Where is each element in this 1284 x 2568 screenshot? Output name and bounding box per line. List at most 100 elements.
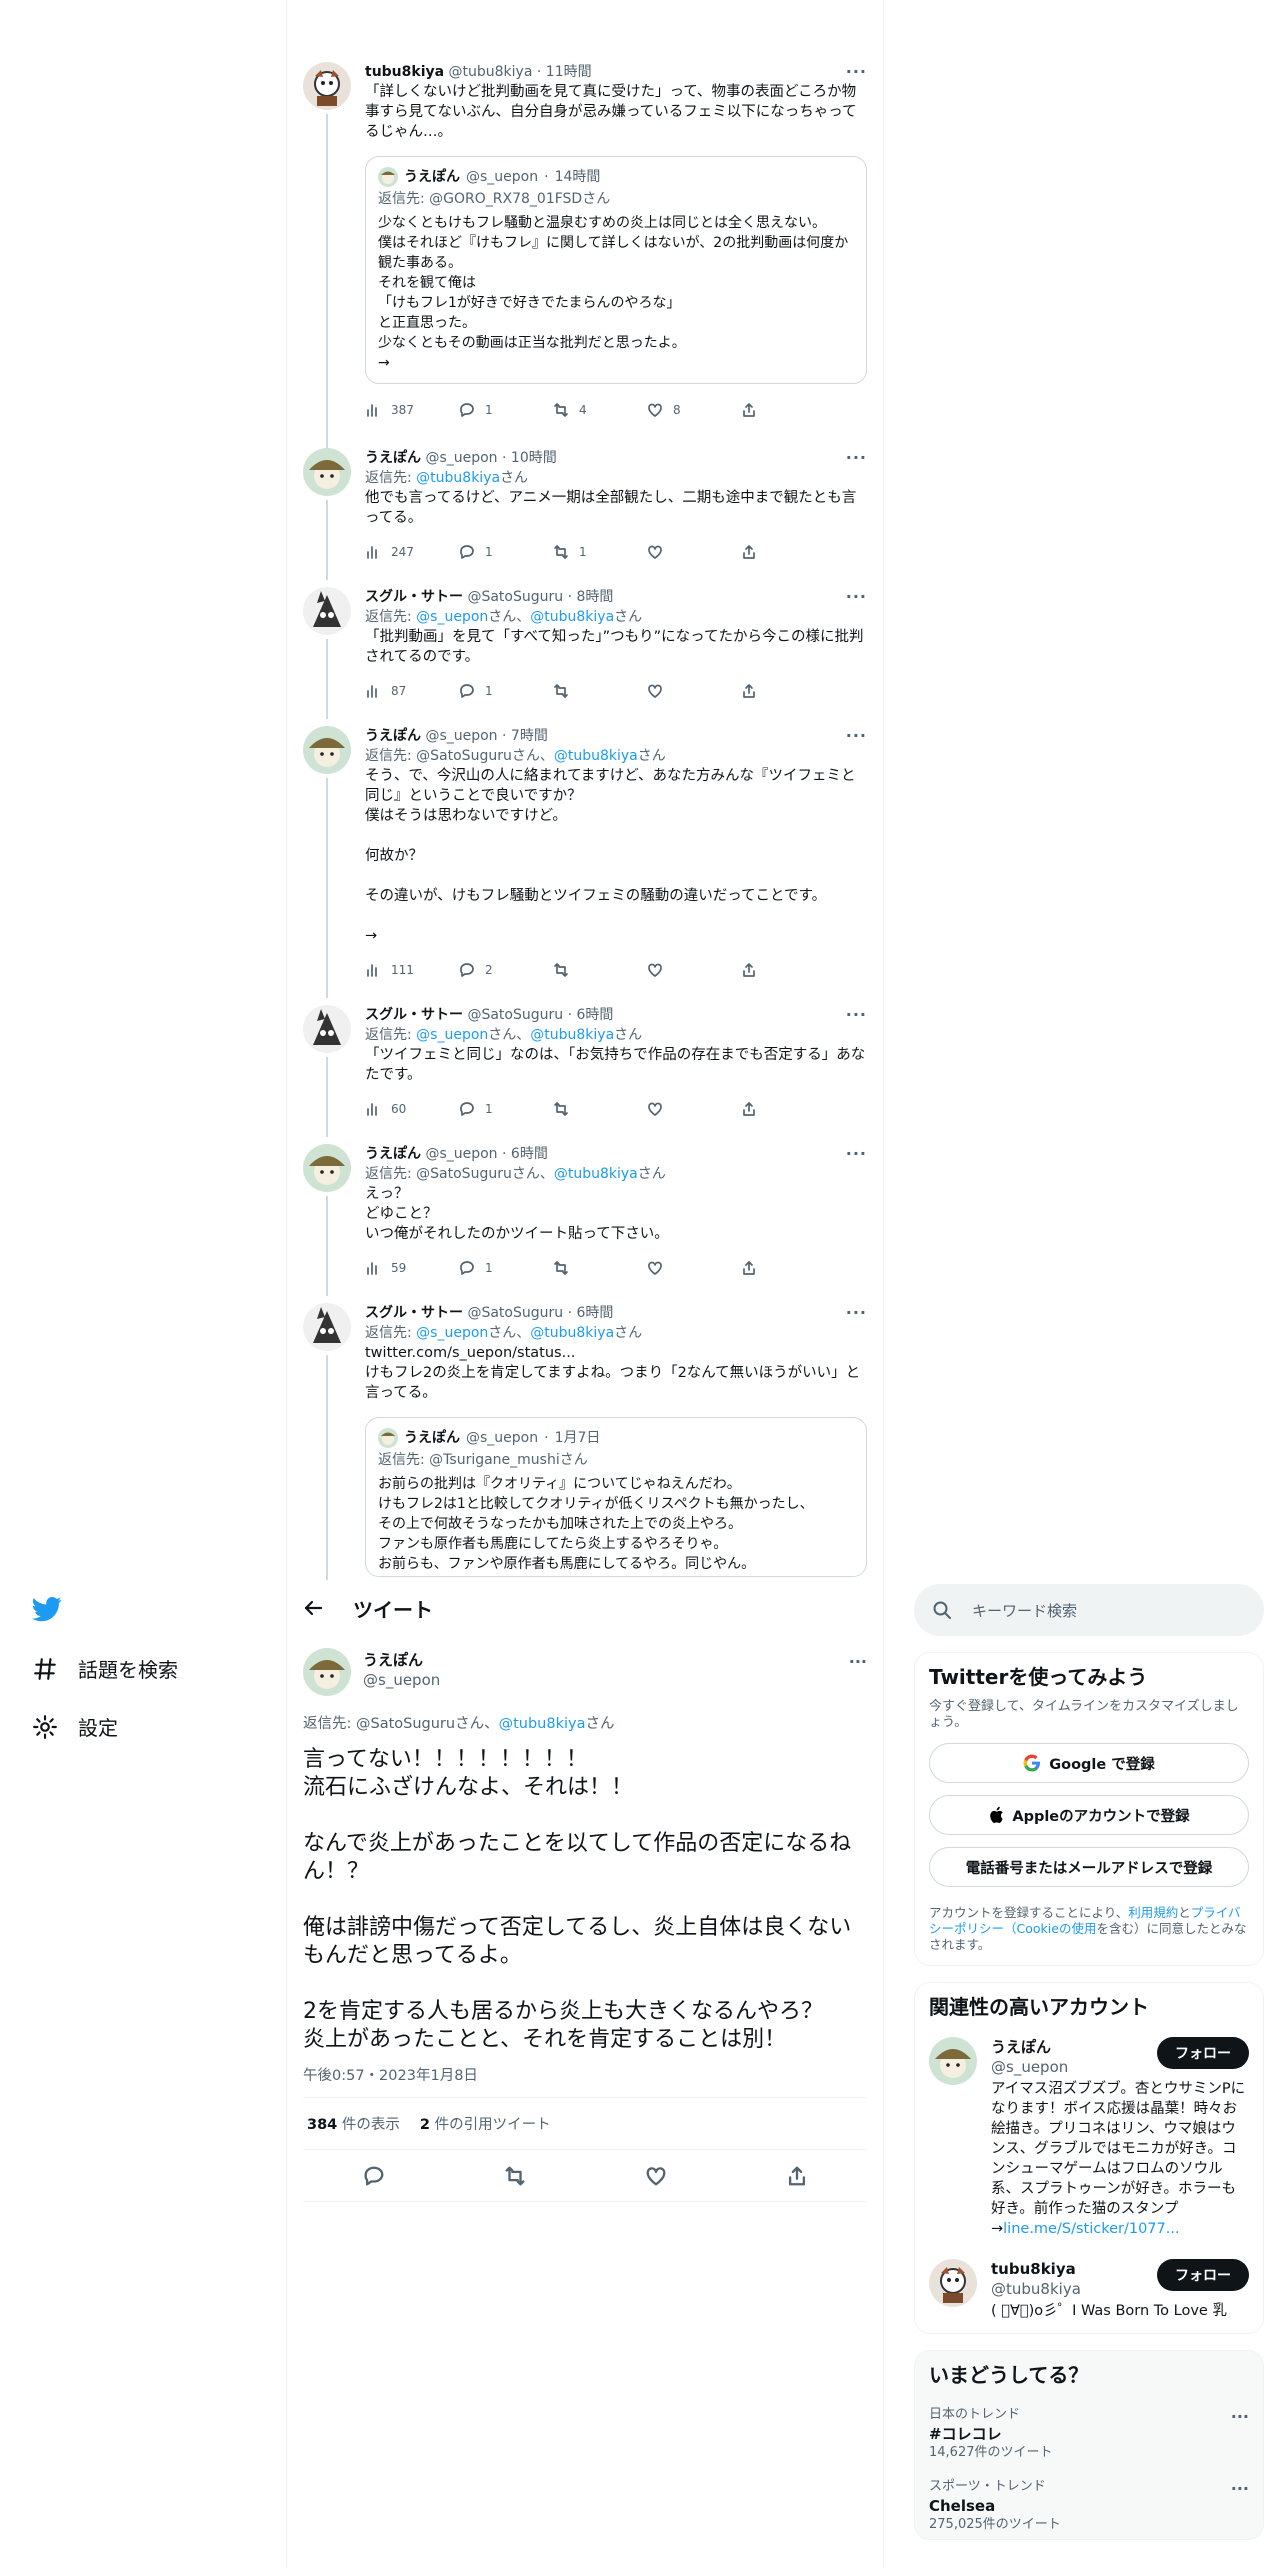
avatar[interactable]: [303, 1648, 351, 1696]
more-icon[interactable]: ···: [846, 1005, 867, 1024]
retweet-button[interactable]: [553, 683, 647, 699]
twitter-logo-icon[interactable]: [32, 1594, 62, 1624]
like-button[interactable]: 8: [647, 402, 741, 418]
more-icon[interactable]: ···: [1231, 2407, 1249, 2426]
follow-button[interactable]: フォロー: [1157, 2037, 1249, 2069]
more-icon[interactable]: ···: [846, 62, 867, 81]
google-icon: [1023, 1754, 1041, 1772]
avatar[interactable]: [303, 448, 351, 496]
tweet-uepon-3[interactable]: うえぽん @s_uepon · 6時間 ··· 返信先: @SatoSuguru…: [287, 1144, 883, 1296]
retweet-icon: [554, 545, 568, 559]
tweet-timestamp[interactable]: 午後0:57・2023年1月8日: [303, 2066, 867, 2098]
views-button[interactable]: 59: [365, 1260, 459, 1276]
quote-reply-to: 返信先: @Tsurigane_mushiさん: [378, 1452, 588, 1468]
views-button[interactable]: 87: [365, 683, 459, 699]
reply-button[interactable]: 1: [459, 1101, 553, 1117]
tweet-header: スグル・サトー @SatoSuguru · 8時間: [365, 589, 614, 605]
retweet-button[interactable]: 1: [553, 544, 647, 560]
avatar[interactable]: [929, 2037, 977, 2085]
share-button[interactable]: [741, 402, 835, 418]
tweet-sato-3[interactable]: スグル・サトー @SatoSuguru · 6時間 ··· 返信先: @s_ue…: [287, 1303, 883, 1580]
tweet-uepon-1[interactable]: うえぽん @s_uepon · 10時間 ··· 返信先: @tubu8kiya…: [287, 448, 883, 580]
nav-settings[interactable]: 設定: [32, 1712, 118, 1741]
tweet-tubu8kiya[interactable]: tubu8kiya @tubu8kiya · 11時間 ··· 「詳しくないけど…: [287, 62, 883, 494]
more-icon[interactable]: ···: [846, 448, 867, 467]
heart-icon[interactable]: [645, 2165, 667, 2187]
views-button[interactable]: 111: [365, 962, 459, 978]
share-button[interactable]: [741, 962, 835, 978]
reply-icon[interactable]: [363, 2165, 385, 2187]
status-link[interactable]: twitter.com/s_uepon/status...: [365, 1343, 867, 1363]
retweet-button[interactable]: 4: [553, 402, 647, 418]
focused-tweet: うえぽん @s_uepon ··· 返信先: @SatoSuguruさん、@tu…: [287, 1648, 883, 2202]
search-input[interactable]: キーワード検索: [914, 1584, 1264, 1636]
share-icon[interactable]: [786, 2165, 808, 2187]
share-button[interactable]: [741, 1260, 835, 1276]
author-handle[interactable]: @s_uepon: [363, 1670, 440, 1690]
more-icon[interactable]: ···: [846, 1144, 867, 1163]
tweet-sato-2[interactable]: スグル・サトー @SatoSuguru · 6時間 ··· 返信先: @s_ue…: [287, 1005, 883, 1137]
author-name[interactable]: うえぽん: [363, 1650, 423, 1670]
retweet-button[interactable]: [553, 1101, 647, 1117]
share-icon: [743, 403, 755, 417]
share-button[interactable]: [741, 544, 835, 560]
views-button[interactable]: 247: [365, 544, 459, 560]
apple-signup-button[interactable]: Appleのアカウントで登録: [929, 1795, 1249, 1835]
thread-line: [326, 1355, 328, 1580]
views-icon: [367, 685, 377, 698]
like-button[interactable]: [647, 1101, 741, 1117]
like-button[interactable]: [647, 962, 741, 978]
signup-card: Twitterを使ってみよう 今すぐ登録して、タイムラインをカスタマイズしましょ…: [914, 1652, 1264, 1966]
reply-button[interactable]: 1: [459, 544, 553, 560]
avatar[interactable]: [303, 726, 351, 774]
views-button[interactable]: 60: [365, 1101, 459, 1117]
retweet-button[interactable]: [553, 962, 647, 978]
reply-button[interactable]: 1: [459, 683, 553, 699]
reply-button[interactable]: 1: [459, 402, 553, 418]
share-button[interactable]: [741, 683, 835, 699]
nav-explore[interactable]: 話題を検索: [32, 1654, 178, 1683]
avatar[interactable]: [303, 62, 351, 110]
tweet-uepon-2[interactable]: うえぽん @s_uepon · 7時間 ··· 返信先: @SatoSuguru…: [287, 726, 883, 998]
avatar[interactable]: [929, 2259, 977, 2307]
tweet-sato-1[interactable]: スグル・サトー @SatoSuguru · 8時間 ··· 返信先: @s_ue…: [287, 587, 883, 719]
quote-tweets-link[interactable]: 2 件の引用ツイート: [420, 2113, 551, 2134]
retweet-icon[interactable]: [504, 2165, 526, 2187]
back-arrow-icon[interactable]: [303, 1598, 323, 1618]
tweet-text: 言ってない！！！！！！！！ 流石にふざけんなよ、それは！！ なんで炎上があったこ…: [303, 1747, 852, 2052]
tweet-actions: 387 1 4 8: [365, 392, 867, 428]
views-button[interactable]: 387: [365, 402, 459, 418]
reply-button[interactable]: 1: [459, 1260, 553, 1276]
quoted-tweet[interactable]: うえぽん @s_uepon · 1月7日 返信先: @Tsurigane_mushiさ…: [365, 1417, 867, 1577]
share-button[interactable]: [741, 1101, 835, 1117]
like-button[interactable]: [647, 683, 741, 699]
avatar[interactable]: [303, 1005, 351, 1053]
avatar[interactable]: [303, 1303, 351, 1351]
google-signup-button[interactable]: Google で登録: [929, 1743, 1249, 1783]
tweet-header: うえぽん @s_uepon · 7時間: [365, 728, 548, 744]
reply-button[interactable]: 2: [459, 962, 553, 978]
phone-email-signup-button[interactable]: 電話番号またはメールアドレスで登録: [929, 1847, 1249, 1887]
views-count: 384 件の表示: [307, 2117, 400, 2133]
more-icon[interactable]: ···: [1231, 2479, 1249, 2498]
avatar[interactable]: [303, 587, 351, 635]
like-button[interactable]: [647, 1260, 741, 1276]
like-button[interactable]: [647, 544, 741, 560]
quoted-tweet[interactable]: うえぽん @s_uepon · 14時間 返信先: @GORO_RX78_01FSDさ…: [365, 156, 867, 384]
account-tubu8kiya[interactable]: tubu8kiya @tubu8kiya ( ﾟ∀ﾟ)o彡゜I Was Born…: [929, 2259, 1249, 2321]
trend-item[interactable]: スポーツ・トレンド Chelsea 275,025件のツイート ···: [929, 2479, 1249, 2533]
reply-to: 返信先: @SatoSuguruさん、@tubu8kiyaさん: [365, 748, 666, 764]
tweet-text: 他でも言ってるけど、アニメ一期は全部観たし、二期も途中まで観たとも言ってる。: [365, 490, 857, 526]
more-icon[interactable]: ···: [846, 726, 867, 745]
more-icon[interactable]: ···: [846, 587, 867, 606]
search-icon: [933, 1601, 951, 1619]
trend-item[interactable]: 日本のトレンド #コレコレ 14,627件のツイート ···: [929, 2407, 1249, 2461]
follow-button[interactable]: フォロー: [1157, 2259, 1249, 2291]
trends-title: いまどうしてる？: [929, 2363, 1089, 2387]
more-icon[interactable]: ···: [849, 1652, 867, 1671]
avatar[interactable]: [303, 1144, 351, 1192]
retweet-button[interactable]: [553, 1260, 647, 1276]
more-icon[interactable]: ···: [846, 1303, 867, 1322]
signup-legal: アカウントを登録することにより、利用規約とプライバシーポリシー（Cookieの使…: [929, 1905, 1247, 1952]
account-uepon[interactable]: うえぽん @s_uepon アイマス沼ズブズブ。杏とウサミンPになります！ボイス…: [929, 2037, 1249, 2239]
